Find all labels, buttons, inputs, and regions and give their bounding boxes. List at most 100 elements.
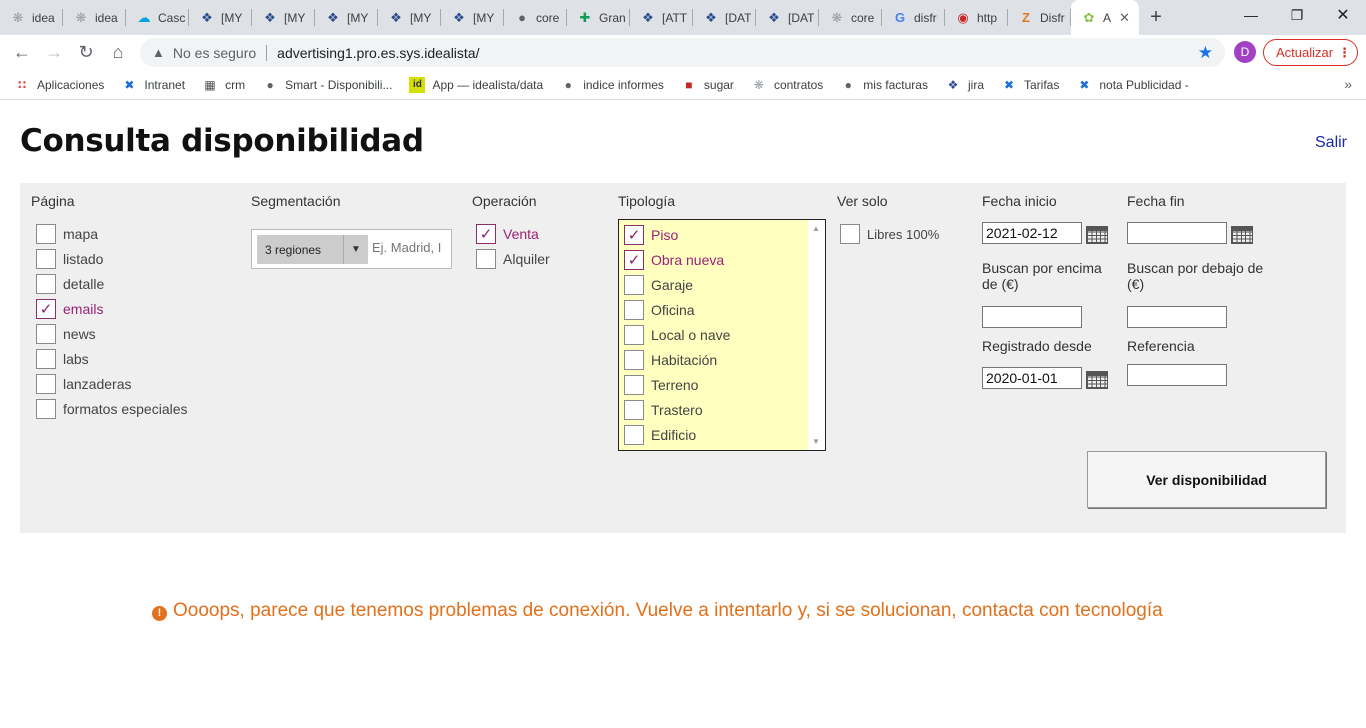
tab[interactable]: ❖ [MY [315, 0, 378, 35]
pagina-option[interactable]: lanzaderas [36, 374, 132, 394]
pagina-checkbox[interactable] [36, 349, 56, 369]
tipologia-option[interactable]: Local o nave [624, 325, 730, 345]
tipologia-option[interactable]: Garaje [624, 275, 693, 295]
fecha-inicio-input[interactable]: 2021-02-12 [982, 222, 1082, 244]
tipologia-option[interactable]: Edificio [624, 425, 696, 445]
address-bar[interactable]: ▲ No es seguro advertising1.pro.es.sys.i… [140, 38, 1225, 67]
tipologia-option[interactable]: Habitación [624, 350, 717, 370]
pagina-option[interactable]: listado [36, 249, 103, 269]
pagina-option[interactable]: labs [36, 349, 89, 369]
tab[interactable]: ● core [504, 0, 567, 35]
pagina-checkbox[interactable] [36, 374, 56, 394]
operacion-option[interactable]: ✓ Venta [476, 224, 539, 244]
tab[interactable]: ❖ [MY [378, 0, 441, 35]
ver-disponibilidad-button[interactable]: Ver disponibilidad [1087, 451, 1326, 508]
bookmark-item[interactable]: ● mis facturas [840, 77, 928, 93]
pagina-option[interactable]: formatos especiales [36, 399, 188, 419]
libres-checkbox-row[interactable]: Libres 100% [840, 224, 939, 244]
tipologia-checkbox[interactable] [624, 375, 644, 395]
bookmark-item[interactable]: ∷ Aplicaciones [14, 77, 105, 93]
tipologia-option[interactable]: ✓ Obra nueva [624, 250, 724, 270]
bookmark-item[interactable]: ✖ Intranet [121, 77, 185, 93]
bookmark-item[interactable]: ✖ nota Publicidad - [1076, 77, 1188, 93]
calendar-icon[interactable] [1086, 369, 1108, 389]
pagina-checkbox[interactable] [36, 324, 56, 344]
pagina-option[interactable]: ✓ emails [36, 299, 103, 319]
tab[interactable]: ☁ Casc [126, 0, 189, 35]
warning-icon[interactable]: ▲ [152, 45, 165, 60]
pagina-checkbox[interactable]: ✓ [36, 299, 56, 319]
tab[interactable]: ❖ [DAT [693, 0, 756, 35]
tab[interactable]: ❋ idea [63, 0, 126, 35]
scroll-down-icon[interactable]: ▼ [812, 437, 820, 446]
tab[interactable]: ✚ Gran [567, 0, 630, 35]
tipologia-option[interactable]: Terreno [624, 375, 698, 395]
location-search-input[interactable] [372, 240, 448, 255]
tipologia-checkbox[interactable] [624, 325, 644, 345]
pagina-option[interactable]: mapa [36, 224, 98, 244]
tipologia-option[interactable]: Oficina [624, 300, 695, 320]
tab-active[interactable]: ✿ A ✕ [1071, 0, 1139, 35]
tipologia-checkbox[interactable] [624, 300, 644, 320]
back-icon[interactable]: ← [6, 37, 38, 69]
tipologia-checkbox[interactable] [624, 350, 644, 370]
close-window-icon[interactable]: ✕ [1320, 0, 1366, 30]
pagina-option[interactable]: news [36, 324, 96, 344]
libres-checkbox[interactable] [840, 224, 860, 244]
tipologia-listbox[interactable]: ✓ Piso ✓ Obra nueva Garaje Oficina Local o nav… [618, 219, 826, 451]
pagina-option[interactable]: detalle [36, 274, 104, 294]
reload-icon[interactable]: ↻ [70, 37, 102, 69]
tipologia-checkbox[interactable] [624, 425, 644, 445]
pagina-checkbox[interactable] [36, 399, 56, 419]
buscan-encima-input[interactable] [982, 306, 1082, 328]
registrado-desde-input[interactable]: 2020-01-01 [982, 367, 1082, 389]
operacion-checkbox[interactable]: ✓ [476, 224, 496, 244]
logout-link[interactable]: Salir [1315, 134, 1347, 152]
forward-icon[interactable]: → [38, 37, 70, 69]
pagina-checkbox[interactable] [36, 224, 56, 244]
tab[interactable]: ❋ core [819, 0, 882, 35]
tipologia-option[interactable]: Trastero [624, 400, 703, 420]
tipologia-checkbox[interactable]: ✓ [624, 250, 644, 270]
bookmark-star-icon[interactable]: ★ [1198, 43, 1213, 63]
new-tab-button[interactable]: + [1139, 0, 1173, 35]
operacion-checkbox[interactable] [476, 249, 496, 269]
calendar-icon[interactable] [1086, 224, 1108, 244]
bookmark-item[interactable]: ● Smart - Disponibili... [262, 77, 392, 93]
minimize-icon[interactable]: — [1228, 0, 1274, 30]
buscan-debajo-input[interactable] [1127, 306, 1227, 328]
tab[interactable]: ❖ [MY [441, 0, 504, 35]
referencia-input[interactable] [1127, 364, 1227, 386]
url-text[interactable]: advertising1.pro.es.sys.idealista/ [277, 45, 479, 61]
calendar-icon[interactable] [1231, 224, 1253, 244]
home-icon[interactable]: ⌂ [102, 37, 134, 69]
bookmark-item[interactable]: id App — idealista/data [409, 76, 543, 93]
tipologia-checkbox[interactable] [624, 275, 644, 295]
tab[interactable]: ◉ http [945, 0, 1008, 35]
tab[interactable]: Gdisfr [882, 0, 945, 35]
tab[interactable]: ❖ [MY [189, 0, 252, 35]
bookmark-item[interactable]: ❖ jira [945, 77, 984, 93]
tab[interactable]: ❖ [DAT [756, 0, 819, 35]
bookmark-item[interactable]: ✖ Tarifas [1001, 77, 1059, 93]
update-button[interactable]: Actualizar ⋮ [1263, 39, 1358, 66]
scroll-up-icon[interactable]: ▲ [812, 224, 820, 233]
tab[interactable]: Z Disfr [1008, 0, 1071, 35]
close-tab-icon[interactable]: ✕ [1119, 10, 1130, 26]
bookmarks-overflow-icon[interactable]: » [1344, 76, 1352, 92]
bookmark-item[interactable]: ■ sugar [681, 77, 734, 93]
bookmark-item[interactable]: ▦ crm [202, 77, 245, 93]
operacion-option[interactable]: Alquiler [476, 249, 550, 269]
tipologia-scrollbar[interactable]: ▲ ▼ [808, 220, 825, 450]
tab[interactable]: ❋ idea [0, 0, 63, 35]
tab[interactable]: ❖ [ATT [630, 0, 693, 35]
tipologia-checkbox[interactable] [624, 400, 644, 420]
tab[interactable]: ❖ [MY [252, 0, 315, 35]
bookmark-item[interactable]: ● indice informes [560, 77, 664, 93]
profile-avatar[interactable]: D [1234, 41, 1256, 63]
chevron-down-icon[interactable]: ▼ [343, 235, 368, 264]
fecha-fin-input[interactable] [1127, 222, 1227, 244]
bookmark-item[interactable]: ❋ contratos [751, 77, 823, 93]
security-status[interactable]: No es seguro [173, 45, 256, 61]
tipologia-option[interactable]: ✓ Piso [624, 225, 678, 245]
